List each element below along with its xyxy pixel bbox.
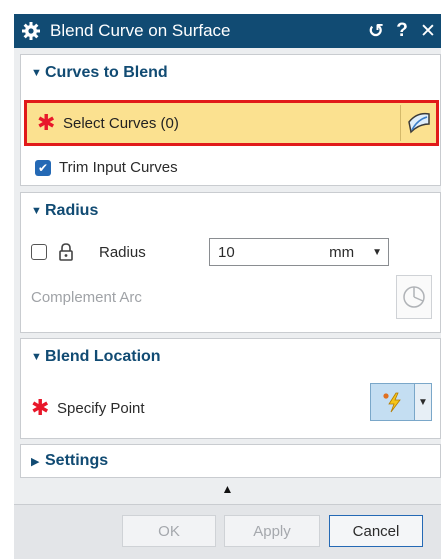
lock-icon[interactable] <box>55 241 77 263</box>
point-snap-icon[interactable] <box>371 384 415 420</box>
arc-icon <box>396 275 432 319</box>
reset-icon[interactable]: ↺ <box>363 14 389 48</box>
group-title-settings: Settings <box>45 452 109 469</box>
radius-row: Radius 10 mm ▼ <box>31 237 431 267</box>
help-icon[interactable]: ? <box>389 14 415 48</box>
radius-label: Radius <box>99 243 146 261</box>
dialog-footer: OK Apply Cancel <box>14 504 441 559</box>
group-header-radius[interactable]: ▼ Radius <box>21 193 440 229</box>
select-curves-row[interactable]: ✱ Select Curves (0) <box>24 100 439 146</box>
unit-dropdown[interactable]: mm ▼ <box>329 244 388 261</box>
gear-icon[interactable] <box>14 14 48 48</box>
complement-arc-label: Complement Arc <box>31 289 142 306</box>
chevron-down-icon: ▼ <box>372 246 382 258</box>
expand-caret-right-icon: ▶ <box>31 455 40 468</box>
required-asterisk-icon: ✱ <box>31 395 50 420</box>
group-header-blend-location[interactable]: ▼ Blend Location <box>21 339 440 375</box>
apply-button[interactable]: Apply <box>224 515 320 547</box>
radius-input[interactable]: 10 mm ▼ <box>209 238 389 266</box>
unit-value: mm <box>329 243 355 261</box>
radius-checkbox[interactable] <box>31 244 47 260</box>
required-asterisk-icon: ✱ <box>37 110 56 135</box>
dialog-body: ▼ Curves to Blend ✱ Select Curves (0) ✔ … <box>14 48 441 559</box>
group-header-curves[interactable]: ▼ Curves to Blend <box>21 55 440 91</box>
close-icon[interactable]: ✕ <box>415 14 441 48</box>
group-title-blend-location: Blend Location <box>45 348 161 365</box>
expand-caret-icon: ▼ <box>31 351 42 363</box>
expand-caret-icon: ▼ <box>31 67 42 79</box>
trim-checkbox[interactable]: ✔ <box>35 159 51 176</box>
select-curves-label: Select Curves (0) <box>63 114 179 132</box>
group-blend-location: ▼ Blend Location ✱ Specify Point ▼ <box>20 338 441 439</box>
group-title-radius: Radius <box>45 202 99 219</box>
title-bar: Blend Curve on Surface ↺ ? ✕ <box>14 14 441 48</box>
specify-point-label: Specify Point <box>57 399 145 417</box>
group-radius: ▼ Radius Radius 10 mm ▼ Complement Arc <box>20 192 441 333</box>
specify-point-row[interactable]: ✱ Specify Point <box>31 397 145 419</box>
radius-value[interactable]: 10 <box>210 244 329 261</box>
trim-input-curves-label: Trim Input Curves <box>59 159 178 176</box>
expand-caret-icon: ▼ <box>31 205 42 217</box>
trim-input-curves-option[interactable]: ✔ Trim Input Curves <box>35 159 178 176</box>
group-curves-to-blend: ▼ Curves to Blend ✱ Select Curves (0) ✔ … <box>20 54 441 186</box>
point-dialog-button[interactable]: ▼ <box>370 383 432 421</box>
cancel-button[interactable]: Cancel <box>329 515 423 547</box>
collapse-arrow-icon[interactable]: ▲ <box>14 482 441 496</box>
dialog-title: Blend Curve on Surface <box>50 21 231 40</box>
curve-select-icon[interactable] <box>400 105 436 141</box>
group-settings: ▶ Settings <box>20 444 441 478</box>
group-header-settings[interactable]: ▶ Settings <box>21 445 440 477</box>
chevron-down-icon[interactable]: ▼ <box>415 384 431 420</box>
ok-button[interactable]: OK <box>122 515 216 547</box>
group-title-curves: Curves to Blend <box>45 64 168 81</box>
